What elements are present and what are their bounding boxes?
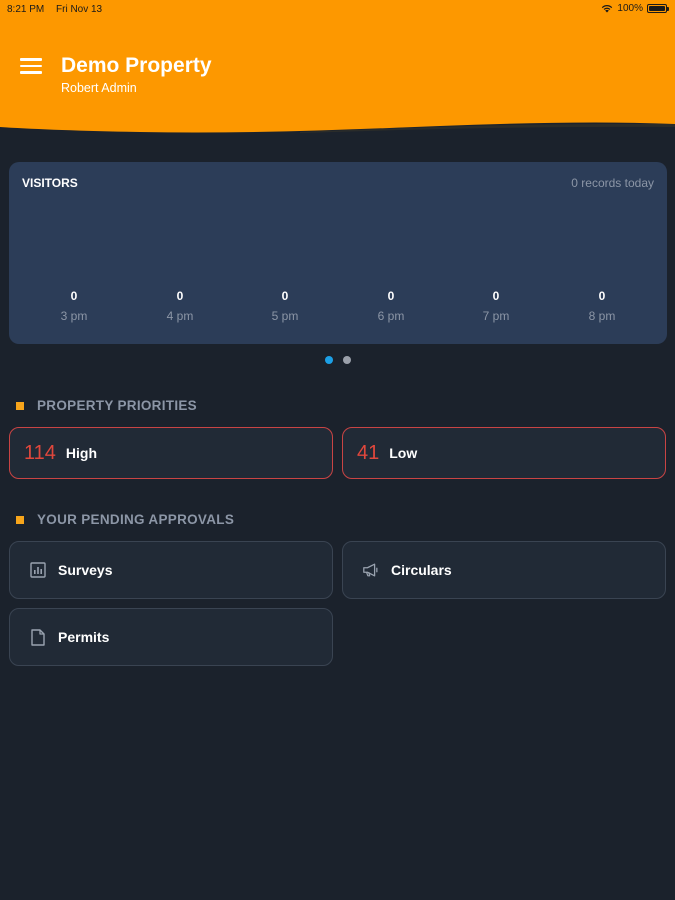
hour-column: 0 7 pm	[456, 289, 536, 323]
battery-percent: 100%	[617, 3, 643, 14]
hour-column: 0 8 pm	[562, 289, 642, 323]
user-name: Robert Admin	[61, 81, 137, 95]
priorities-section-header: PROPERTY PRIORITIES	[16, 398, 197, 413]
section-marker	[16, 401, 24, 410]
pager-dot-active[interactable]	[324, 356, 333, 364]
app-header: 8:21 PM Fri Nov 13 100% Demo Property Ro…	[0, 0, 675, 140]
section-marker	[16, 515, 24, 524]
status-indicators: 100%	[601, 3, 669, 14]
priority-high-card[interactable]: 114 High	[9, 427, 333, 479]
visitors-records-count: 0 records today	[571, 176, 654, 190]
hour-label: 3 pm	[60, 309, 88, 323]
hour-visitor-count: 0	[387, 289, 395, 303]
approvals-section-header: YOUR PENDING APPROVALS	[16, 512, 234, 527]
battery-icon	[647, 4, 669, 13]
pager-dot[interactable]	[342, 356, 351, 364]
priority-label: Low	[389, 445, 418, 461]
wifi-icon	[602, 5, 613, 13]
priority-label: High	[65, 445, 97, 461]
megaphone-icon	[362, 561, 380, 579]
visitors-card[interactable]: VISITORS 0 records today 0 3 pm 0 4 pm 0…	[9, 162, 667, 344]
hour-label: 6 pm	[377, 309, 405, 323]
hour-visitor-count: 0	[70, 289, 78, 303]
section-heading: PROPERTY PRIORITIES	[37, 398, 197, 413]
section-heading: YOUR PENDING APPROVALS	[37, 512, 235, 527]
hour-visitor-count: 0	[176, 289, 184, 303]
hour-visitor-count: 0	[281, 289, 289, 303]
hour-label: 5 pm	[271, 309, 299, 323]
hour-label: 7 pm	[482, 309, 510, 323]
hour-label: 4 pm	[166, 309, 194, 323]
priority-low-card[interactable]: 41 Low	[342, 427, 666, 479]
hour-visitor-count: 0	[598, 289, 606, 303]
hour-column: 0 5 pm	[245, 289, 325, 323]
approval-label: Circulars	[391, 562, 452, 578]
status-time: 8:21 PM	[7, 4, 45, 15]
bar-chart-icon	[29, 561, 47, 579]
approval-label: Permits	[58, 629, 110, 645]
hour-column: 0 3 pm	[34, 289, 114, 323]
approval-circulars-card[interactable]: Circulars	[342, 541, 666, 599]
status-date: Fri Nov 13	[56, 4, 103, 15]
carousel-pager	[0, 356, 675, 364]
status-bar: 8:21 PM Fri Nov 13 100%	[0, 0, 675, 18]
hour-visitor-count: 0	[492, 289, 500, 303]
priority-count: 41	[357, 441, 380, 464]
hour-column: 0 6 pm	[351, 289, 431, 323]
visitors-title: VISITORS	[22, 176, 78, 190]
document-icon	[29, 628, 47, 646]
approval-label: Surveys	[58, 562, 113, 578]
hour-label: 8 pm	[588, 309, 616, 323]
page-title: Demo Property	[61, 54, 212, 77]
priority-count: 114	[24, 441, 56, 464]
approval-surveys-card[interactable]: Surveys	[9, 541, 333, 599]
hour-column: 0 4 pm	[140, 289, 220, 323]
hamburger-menu-icon[interactable]	[20, 58, 42, 76]
approval-permits-card[interactable]: Permits	[9, 608, 333, 666]
